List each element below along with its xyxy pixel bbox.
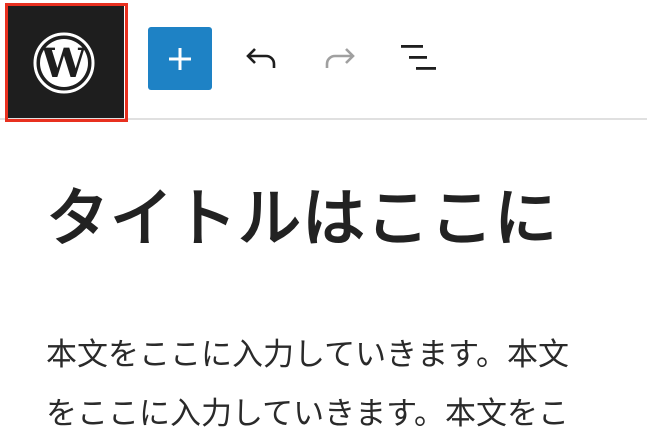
redo-icon xyxy=(325,48,355,68)
add-block-button[interactable] xyxy=(148,27,212,90)
redo-button[interactable] xyxy=(321,38,361,78)
post-title[interactable]: タイトルはここに xyxy=(46,168,558,259)
list-view-icon xyxy=(401,45,436,70)
paragraph-line: 本文をここに入力していきます。本文 xyxy=(46,337,569,373)
undo-icon xyxy=(246,48,276,68)
plus-icon xyxy=(169,48,191,70)
paragraph-line: をここに入力していきます。本文をこ xyxy=(46,396,569,427)
editor-canvas: タイトルはここに 本文をここに入力していきます。本文 をここに入力していきます。… xyxy=(0,120,647,427)
wordpress-logo-icon: W xyxy=(33,32,95,94)
svg-text:W: W xyxy=(41,40,88,87)
undo-button[interactable] xyxy=(240,38,280,78)
wordpress-logo-button[interactable]: W xyxy=(8,5,124,118)
list-view-button[interactable] xyxy=(398,38,438,78)
paragraph-block[interactable]: 本文をここに入力していきます。本文 をここに入力していきます。本文をこ xyxy=(46,326,647,427)
editor-toolbar: W xyxy=(0,0,647,122)
